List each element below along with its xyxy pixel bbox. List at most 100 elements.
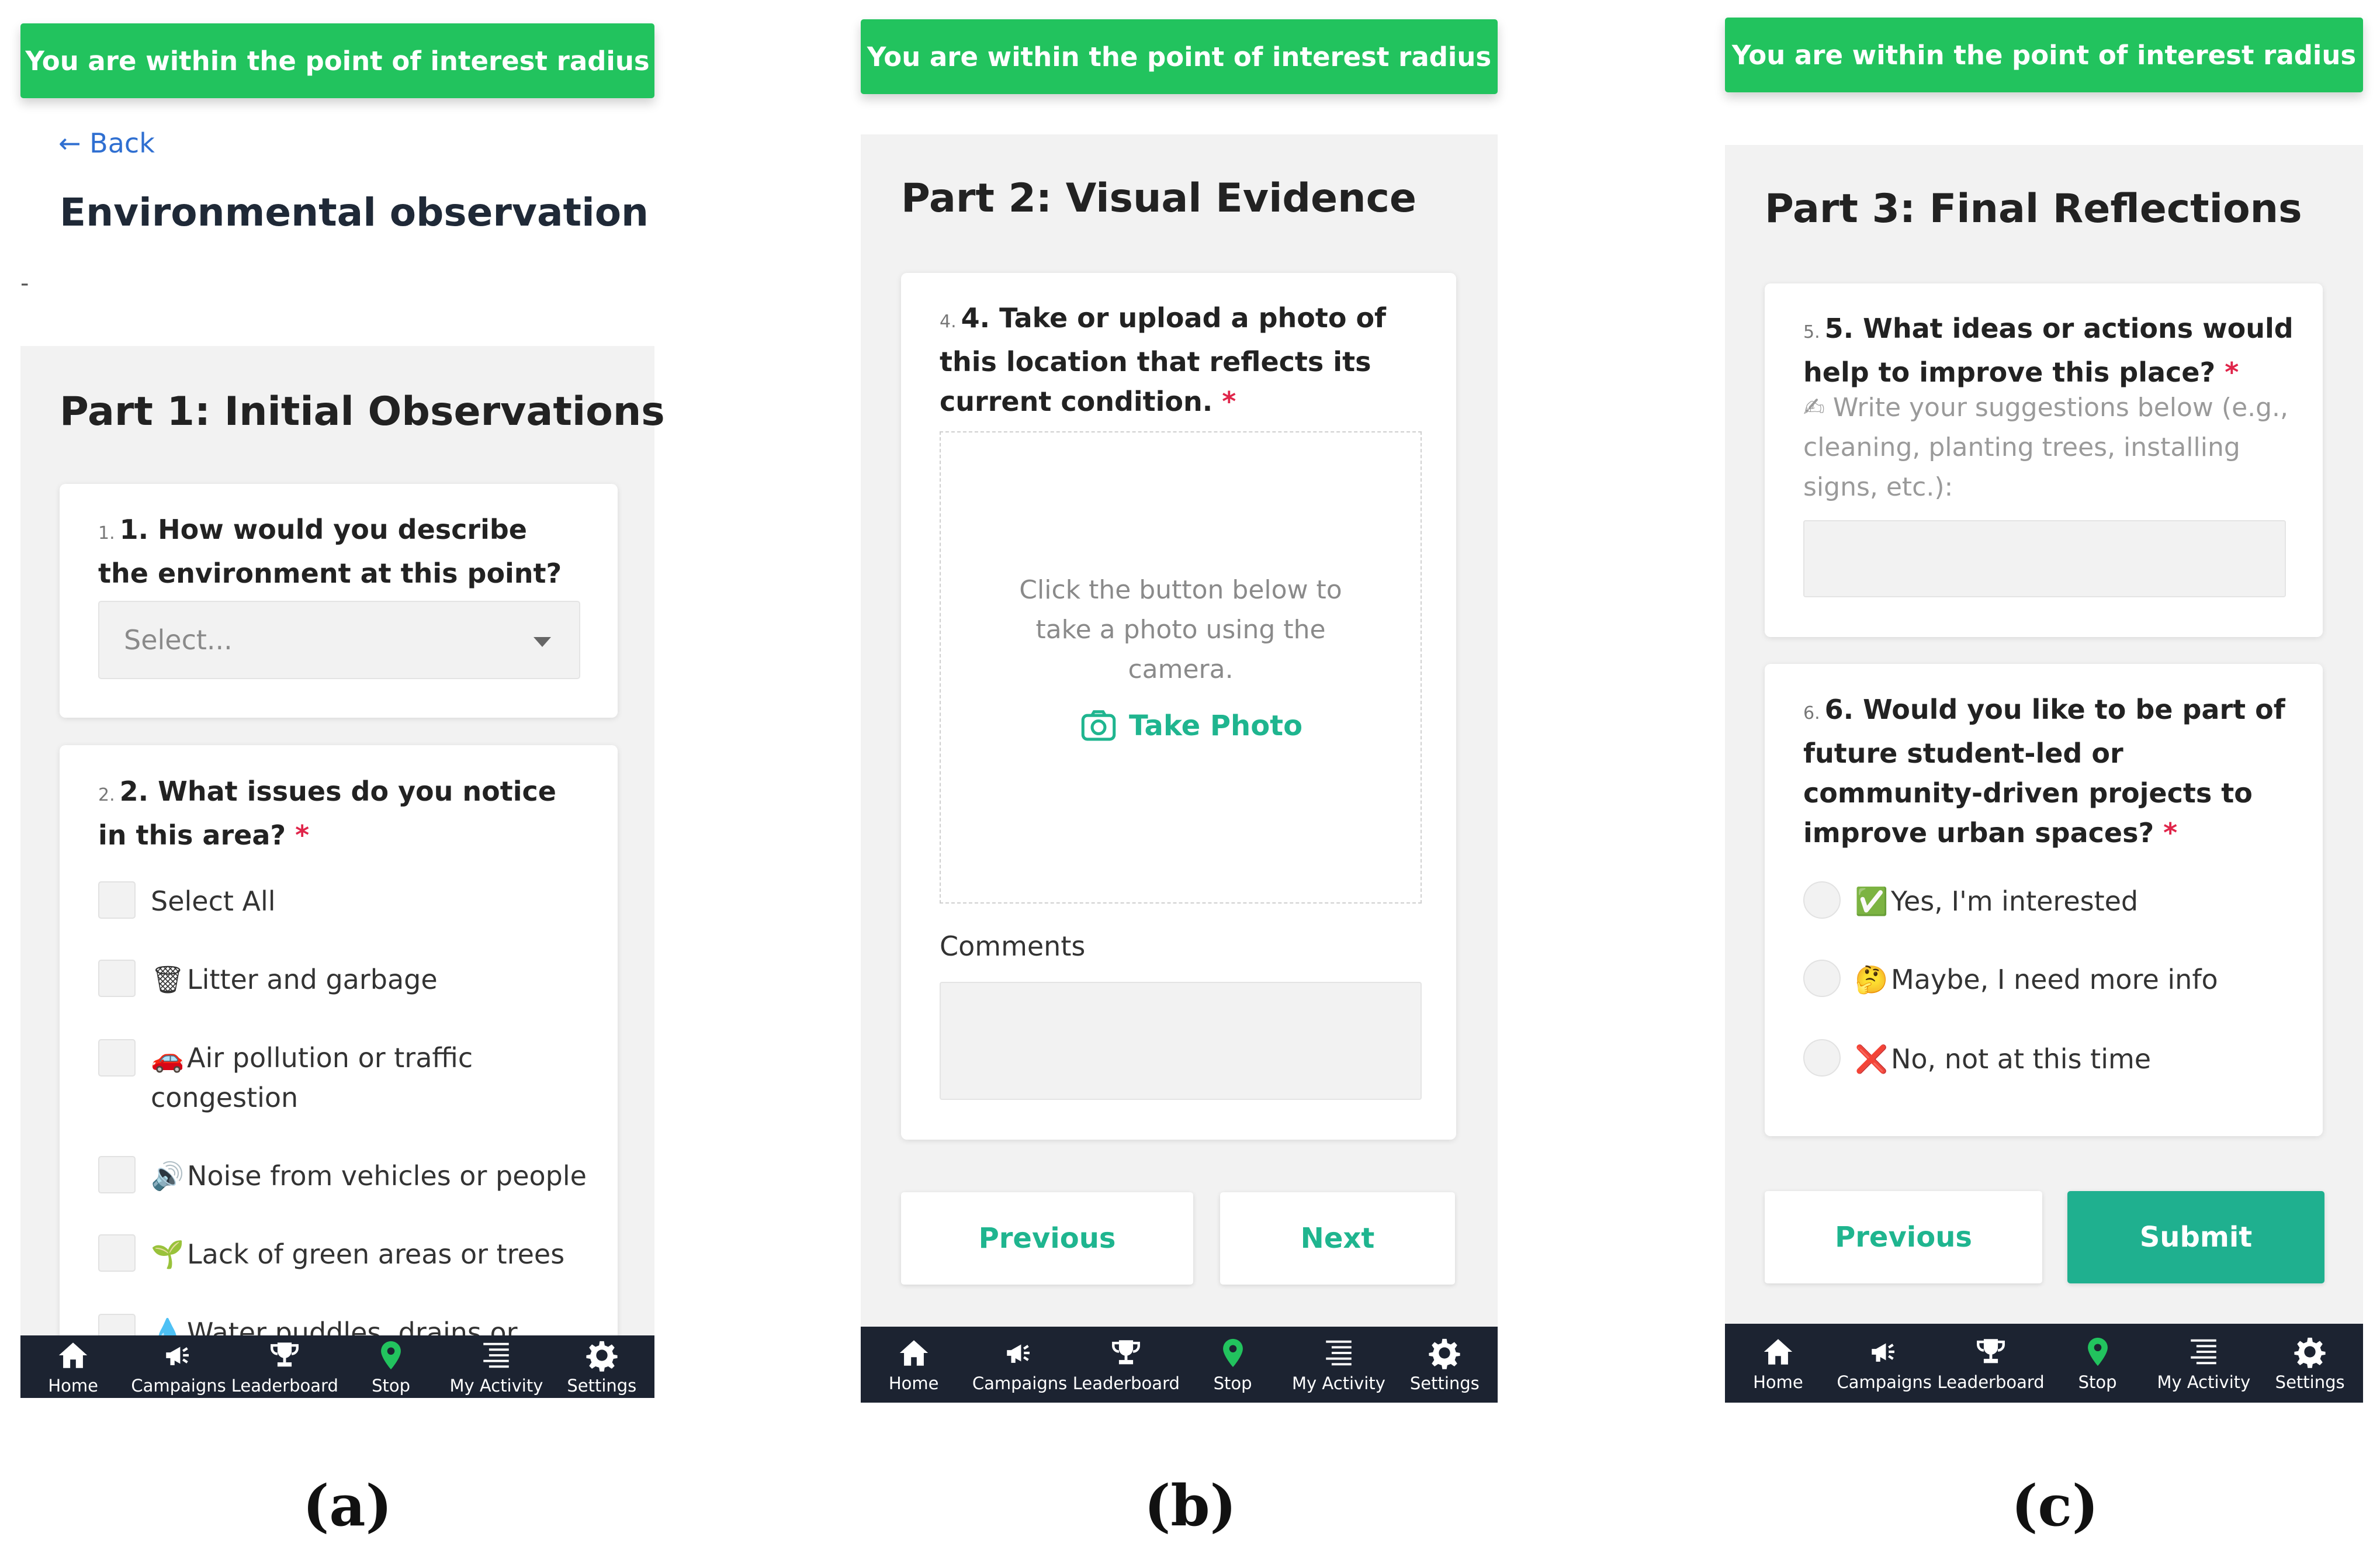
next-button[interactable]: Next	[1220, 1192, 1455, 1285]
page-title: Environmental observation	[60, 190, 649, 235]
figure-caption: (a)	[303, 1473, 393, 1539]
question-text: 4. Take or upload a photo of this locati…	[940, 302, 1387, 417]
list-icon	[2187, 1335, 2220, 1369]
nav-item-settings[interactable]: Settings	[549, 1335, 654, 1398]
nav-label: Stop	[1213, 1373, 1252, 1393]
nav-label: Stop	[2078, 1372, 2117, 1392]
previous-button[interactable]: Previous	[901, 1192, 1193, 1285]
nav-label: Leaderboard	[231, 1375, 338, 1396]
cross-mark-icon: ❌	[1855, 1043, 1889, 1075]
question-2: 2. 2. What issues do you notice in this a…	[98, 771, 577, 855]
map-pin-icon	[1216, 1336, 1250, 1370]
nav-item-campaigns[interactable]: Campaigns	[966, 1327, 1072, 1403]
nav-label: Home	[48, 1375, 98, 1396]
nav-item-home[interactable]: Home	[1725, 1324, 1831, 1403]
question-4: 4. 4. Take or upload a photo of this loca…	[940, 298, 1419, 421]
seedling-icon: 🌱	[151, 1238, 185, 1270]
nav-item-home[interactable]: Home	[861, 1327, 966, 1403]
checkbox-litter[interactable]	[98, 960, 136, 997]
trash-icon: 🗑	[151, 964, 185, 995]
checkbox-noise[interactable]	[98, 1156, 136, 1193]
figure-caption: (b)	[1144, 1473, 1236, 1539]
nav-item-my-activity[interactable]: My Activity	[2150, 1324, 2257, 1403]
nav-item-leaderboard[interactable]: Leaderboard	[1073, 1327, 1180, 1403]
subtitle-dash: -	[20, 270, 29, 297]
chevron-down-icon	[533, 637, 551, 647]
speaker-icon: 🔊	[151, 1160, 185, 1192]
back-link[interactable]: ← Back	[58, 127, 155, 159]
question-number: 5.	[1803, 322, 1820, 342]
option-label: Yes, I'm interested	[1891, 885, 2139, 917]
check-mark-icon: ✅	[1855, 885, 1889, 917]
option-litter: 🗑Litter and garbage	[151, 960, 438, 999]
radio-yes[interactable]	[1803, 881, 1841, 919]
select-placeholder: Select...	[124, 624, 233, 656]
radio-no[interactable]	[1803, 1039, 1841, 1077]
option-label: Lack of green areas or trees	[187, 1238, 565, 1270]
comments-label: Comments	[940, 930, 1086, 962]
question-number: 2.	[98, 785, 115, 805]
nav-item-campaigns[interactable]: Campaigns	[1831, 1324, 1938, 1403]
option-noise: 🔊 Noise from vehicles or people	[151, 1156, 587, 1196]
megaphone-icon	[1868, 1335, 1901, 1369]
nav-label: Stop	[372, 1375, 411, 1396]
photo-hint: Click the button below to take a photo u…	[1019, 575, 1342, 684]
required-asterisk: *	[2163, 817, 2178, 849]
checkbox-green-areas[interactable]	[98, 1234, 136, 1272]
nav-item-campaigns[interactable]: Campaigns	[126, 1335, 231, 1398]
nav-item-my-activity[interactable]: My Activity	[1286, 1327, 1391, 1403]
nav-label: Campaigns	[972, 1373, 1068, 1393]
option-label: Noise from vehicles or people	[187, 1160, 587, 1192]
gear-icon	[1428, 1336, 1461, 1370]
bottom-nav: Home Campaigns Leaderboard Stop My Activity S…	[861, 1327, 1498, 1403]
nav-label: My Activity	[1292, 1373, 1385, 1393]
map-pin-icon	[374, 1338, 408, 1372]
question-text: 2. What issues do you notice in this are…	[98, 776, 556, 851]
trophy-icon	[1974, 1335, 2008, 1369]
radio-maybe[interactable]	[1803, 960, 1841, 997]
part-title: Part 1: Initial Observations	[60, 389, 665, 435]
environment-select[interactable]: Select...	[98, 601, 580, 679]
previous-button[interactable]: Previous	[1765, 1191, 2042, 1283]
comments-textarea[interactable]	[940, 982, 1422, 1100]
nav-item-stop[interactable]: Stop	[1180, 1327, 1286, 1403]
nav-item-my-activity[interactable]: My Activity	[444, 1335, 549, 1398]
home-icon	[1761, 1335, 1795, 1369]
part-title: Part 2: Visual Evidence	[901, 175, 1417, 221]
checkbox-air-pollution[interactable]	[98, 1039, 136, 1077]
nav-label: My Activity	[2157, 1372, 2251, 1392]
nav-item-leaderboard[interactable]: Leaderboard	[231, 1335, 338, 1398]
nav-item-home[interactable]: Home	[20, 1335, 126, 1398]
option-label: Litter and garbage	[187, 964, 438, 995]
checkbox-select-all[interactable]	[98, 881, 136, 919]
trophy-icon	[1109, 1336, 1143, 1370]
panel-a: You are within the point of interest rad…	[0, 0, 666, 1554]
nav-item-settings[interactable]: Settings	[1392, 1327, 1498, 1403]
home-icon	[897, 1336, 931, 1370]
question-number: 6.	[1803, 703, 1820, 724]
nav-label: Leaderboard	[1937, 1372, 2045, 1392]
option-select-all: Select All	[151, 881, 276, 921]
suggestions-textarea[interactable]	[1803, 520, 2286, 597]
nav-item-leaderboard[interactable]: Leaderboard	[1938, 1324, 2045, 1403]
camera-icon	[1080, 709, 1117, 742]
submit-button[interactable]: Submit	[2067, 1191, 2324, 1283]
option-yes: ✅ Yes, I'm interested	[1855, 881, 2138, 921]
gear-icon	[2293, 1335, 2327, 1369]
location-banner: You are within the point of interest rad…	[20, 23, 654, 98]
nav-label: Home	[1753, 1372, 1803, 1392]
gear-icon	[585, 1338, 619, 1372]
nav-item-stop[interactable]: Stop	[2045, 1324, 2151, 1403]
question-number: 1.	[98, 523, 115, 544]
nav-label: Campaigns	[1837, 1372, 1932, 1392]
location-banner: You are within the point of interest rad…	[1725, 18, 2363, 92]
location-banner: You are within the point of interest rad…	[861, 19, 1498, 94]
list-icon	[479, 1338, 513, 1372]
option-label: Maybe, I need more info	[1891, 964, 2218, 995]
nav-item-settings[interactable]: Settings	[2257, 1324, 2363, 1403]
take-photo-button[interactable]: Take Photo	[1080, 709, 1302, 742]
megaphone-icon	[162, 1338, 196, 1372]
nav-label: Settings	[1409, 1373, 1480, 1393]
nav-item-stop[interactable]: Stop	[338, 1335, 444, 1398]
trophy-icon	[268, 1338, 302, 1372]
